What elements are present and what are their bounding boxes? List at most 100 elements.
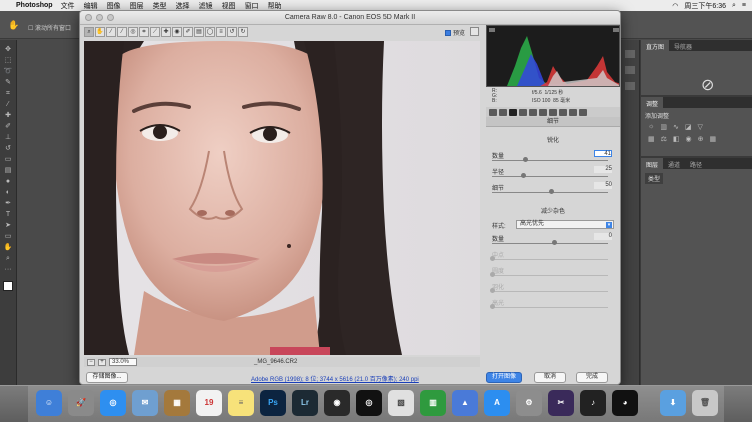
basic-tab-icon[interactable] [489,108,497,116]
menu-filter[interactable]: 滤镜 [199,1,213,11]
type-tool-icon[interactable]: T [3,211,13,219]
marquee-tool-icon[interactable]: ⬚ [3,57,13,65]
photo-filter-icon[interactable]: ◉ [686,135,692,143]
pen-tool-icon[interactable]: ✒ [3,200,13,208]
tab-adjustments[interactable]: 调整 [641,97,664,108]
dodge-tool-icon[interactable]: ◐ [3,189,13,197]
aperture-icon[interactable]: ◉ [324,390,350,416]
balance-icon[interactable]: ⚖ [661,135,667,143]
rotate-ccw-icon[interactable]: ↺ [227,27,237,37]
history-brush-tool-icon[interactable]: ↺ [3,145,13,153]
cancel-button[interactable]: 取消 [534,372,566,383]
shadow-clip-indicator[interactable] [489,28,495,32]
brush-panel-icon[interactable] [624,82,635,90]
zoom-out-button[interactable]: − [87,358,95,366]
zoom-tool-icon[interactable]: ⌕ [84,27,94,37]
mail-icon[interactable]: ✉ [132,390,158,416]
sharpen-radius-slider[interactable]: 半径 25 [490,166,614,181]
keynote-icon[interactable]: ▲ [452,390,478,416]
bw-icon[interactable]: ◧ [673,135,680,143]
slider-track[interactable] [492,176,608,177]
stamp-tool-icon[interactable]: ⊥ [3,134,13,142]
mixer-icon[interactable]: ⊕ [698,135,704,143]
menu-window[interactable]: 窗口 [245,1,259,11]
tab-histogram[interactable]: 直方图 [641,40,670,51]
brightness-icon[interactable]: ☼ [648,123,654,131]
minimize-button[interactable] [96,14,103,21]
straighten-tool-icon[interactable]: ⟋ [150,27,160,37]
image-preview[interactable] [84,41,480,355]
blur-tool-icon[interactable]: ● [3,178,13,186]
hand-tool-icon[interactable]: ✋ [3,244,13,252]
numbers-icon[interactable]: ▥ [420,390,446,416]
zoom-button[interactable] [107,14,114,21]
finder-icon[interactable]: ☺ [36,390,62,416]
curves-icon[interactable]: ∿ [673,123,679,131]
quick-select-tool-icon[interactable]: ✎ [3,79,13,87]
notes-icon[interactable]: ≡ [228,390,254,416]
preview-app-icon[interactable]: ▧ [388,390,414,416]
vibrance-icon[interactable]: ▽ [698,123,703,131]
history-icon[interactable] [624,50,635,58]
calendar-icon[interactable]: 19 [196,390,222,416]
presets-tab-icon[interactable] [569,108,577,116]
path-select-tool-icon[interactable]: ➤ [3,222,13,230]
menu-file[interactable]: 文件 [61,1,75,11]
menu-image[interactable]: 图像 [107,1,121,11]
hand-tool-icon[interactable]: ✋ [95,27,105,37]
downloads-folder-icon[interactable]: ⬇ [660,390,686,416]
zoom-tool-icon[interactable]: ⌕ [3,255,13,263]
preview-checkbox-box[interactable] [445,29,451,36]
slider-thumb[interactable] [552,240,557,245]
slider-value-field[interactable]: 25 [594,166,612,173]
shape-tool-icon[interactable]: ▭ [3,233,13,241]
move-tool-icon[interactable]: ✥ [3,46,13,54]
radial-filter-icon[interactable]: ◯ [205,27,215,37]
slider-value-field[interactable]: 41 [594,150,612,157]
final-cut-icon[interactable]: ✂ [548,390,574,416]
menu-type[interactable]: 类型 [153,1,167,11]
save-image-button[interactable]: 存储图像... [86,372,128,383]
targeted-adjust-tool-icon[interactable]: ◎ [128,27,138,37]
gradient-tool-icon[interactable]: ▤ [3,167,13,175]
levels-icon[interactable]: ▥ [660,123,667,131]
crop-tool-icon[interactable]: ⌗ [139,27,149,37]
clock[interactable]: 周三下午6:36 [684,1,726,11]
lasso-tool-icon[interactable]: ➰ [3,68,13,76]
white-balance-tool-icon[interactable]: ⁄ [106,27,116,37]
color-sampler-tool-icon[interactable]: ⁄ [117,27,127,37]
menu-select[interactable]: 选择 [176,1,190,11]
lookup-icon[interactable]: ▦ [710,135,717,143]
zoom-in-button[interactable]: + [98,358,106,366]
slider-value-field[interactable]: 50 [594,182,612,189]
tab-layers[interactable]: 图层 [641,158,664,169]
hsl-tab-icon[interactable] [519,108,527,116]
open-image-button[interactable]: 打开图像 [486,372,522,383]
scroll-all-windows-checkbox[interactable]: ☐ 滚动所有窗口 [28,23,71,32]
slider-thumb[interactable] [549,189,554,194]
safari-icon[interactable]: ◎ [100,390,126,416]
done-button[interactable]: 完成 [576,372,608,383]
tab-paths[interactable]: 路径 [685,158,707,169]
noise-amount-slider[interactable]: 数量 0 [490,233,614,248]
eyedropper-tool-icon[interactable]: ⁄ [3,101,13,109]
sharpen-detail-slider[interactable]: 细节 50 [490,182,614,197]
more-tools-icon[interactable]: ··· [3,266,13,274]
menu-edit[interactable]: 编辑 [84,1,98,11]
close-button[interactable] [85,14,92,21]
layer-kind-filter[interactable]: 类型 [645,173,664,184]
tab-channels[interactable]: 通道 [663,158,685,169]
wifi-icon[interactable]: ◠ [672,2,678,10]
exposure-icon[interactable]: ◪ [685,123,692,131]
rotate-cw-icon[interactable]: ↻ [238,27,248,37]
foreground-color-swatch[interactable] [3,281,13,291]
brush-tool-icon[interactable]: ✐ [3,123,13,131]
camera-calibration-tab-icon[interactable] [559,108,567,116]
qq-icon[interactable]: ◕ [612,390,638,416]
camera-app-icon[interactable]: ◎ [356,390,382,416]
preview-checkbox[interactable]: 预览 [445,28,465,37]
app-store-icon[interactable]: A [484,390,510,416]
spot-removal-tool-icon[interactable]: ✚ [161,27,171,37]
red-eye-tool-icon[interactable]: ◉ [172,27,182,37]
crop-tool-icon[interactable]: ⌗ [3,90,13,98]
